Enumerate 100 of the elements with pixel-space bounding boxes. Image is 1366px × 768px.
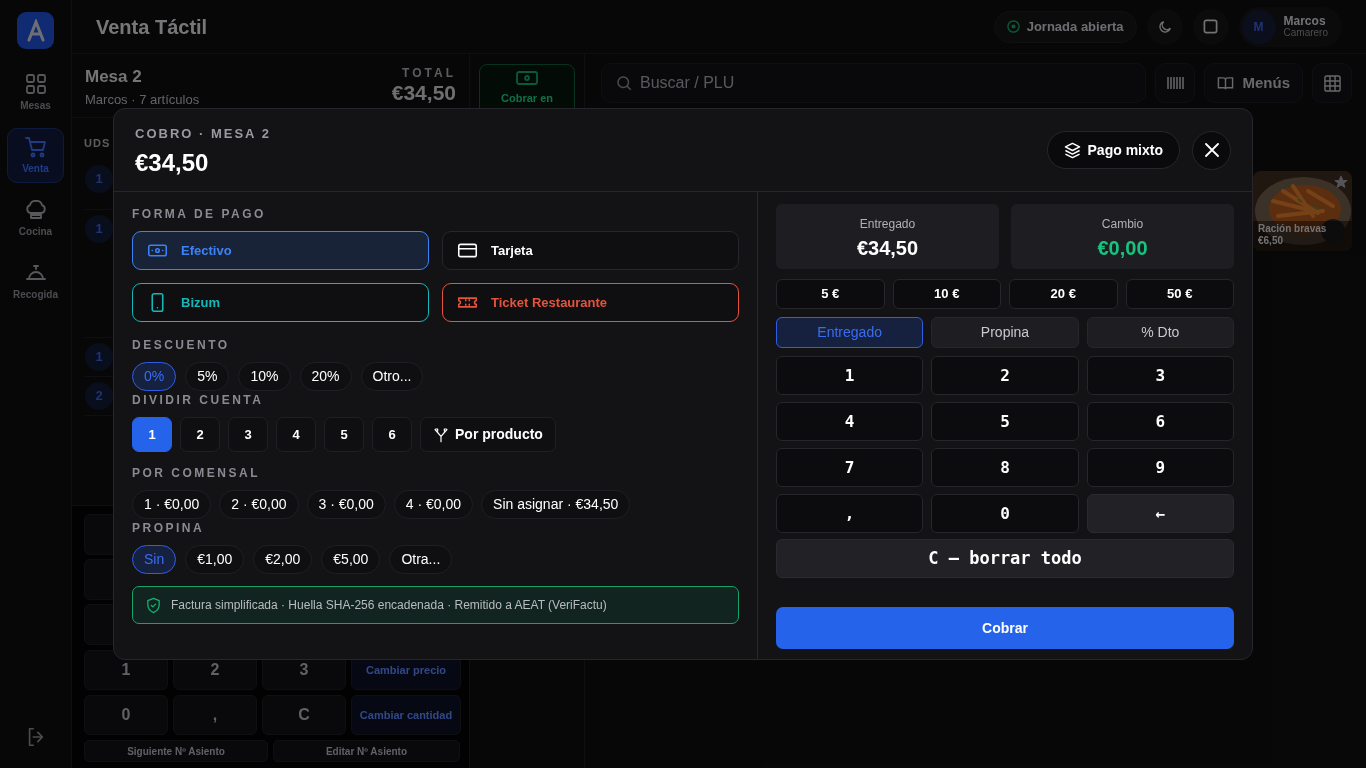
keypad-key[interactable]: 2 bbox=[931, 356, 1079, 395]
user-menu[interactable]: M Marcos Camarero bbox=[1238, 6, 1342, 47]
keypad-key[interactable]: 4 bbox=[776, 402, 924, 441]
split-button[interactable]: 5 bbox=[324, 417, 364, 452]
status-pill: Jornada abierta bbox=[993, 10, 1137, 43]
keypad-key[interactable]: ← bbox=[1086, 494, 1234, 533]
split-button[interactable]: 3 bbox=[228, 417, 268, 452]
diner-chip: 2 · €0,00 bbox=[219, 490, 299, 519]
keypad-key[interactable]: 9 bbox=[1086, 448, 1234, 487]
payment-method[interactable]: Bizum bbox=[132, 283, 429, 322]
tendered-amount: €34,50 bbox=[856, 236, 919, 259]
star-icon bbox=[1334, 175, 1348, 189]
grid-button[interactable] bbox=[1312, 63, 1352, 103]
quantity-badge: 2 bbox=[85, 382, 113, 410]
section-label: PROPINA bbox=[132, 520, 206, 537]
split-button[interactable]: 4 bbox=[276, 417, 316, 452]
chip[interactable]: €2,00 bbox=[253, 545, 313, 574]
keypad-key[interactable]: 5 bbox=[931, 402, 1079, 441]
product-card[interactable]: Ración bravas €6,50 bbox=[1253, 171, 1352, 251]
amount-label: Cambio bbox=[1101, 215, 1144, 233]
quick-amount-button[interactable]: 50 € bbox=[1125, 279, 1234, 309]
order-subtitle: Marcos · 7 artículos bbox=[85, 90, 200, 109]
close-icon bbox=[1204, 143, 1219, 157]
menus-button[interactable]: Menús bbox=[1204, 63, 1303, 103]
cash-icon bbox=[516, 70, 538, 86]
payment-method[interactable]: Tarjeta bbox=[442, 231, 739, 270]
user-avatar: M bbox=[1241, 9, 1276, 44]
chip[interactable]: Otro... bbox=[360, 362, 424, 391]
search-icon bbox=[615, 74, 633, 92]
search-field[interactable]: Buscar / PLU bbox=[601, 63, 1147, 103]
chip[interactable]: 20% bbox=[299, 362, 352, 391]
shield-check-icon bbox=[145, 596, 162, 614]
mode-tab[interactable]: % Dto bbox=[1086, 317, 1234, 348]
split-button[interactable]: 6 bbox=[372, 417, 412, 452]
keypad-key[interactable]: 6 bbox=[1086, 402, 1234, 441]
change-amount: €0,00 bbox=[1097, 236, 1148, 259]
by-product-button[interactable]: Por producto bbox=[420, 417, 556, 452]
quantity-badge: 1 bbox=[85, 215, 113, 243]
chip[interactable]: 5% bbox=[185, 362, 230, 391]
user-role: Camarero bbox=[1283, 26, 1328, 39]
close-button[interactable] bbox=[1192, 130, 1231, 170]
book-icon bbox=[1217, 75, 1235, 91]
page-title: Venta Táctil bbox=[96, 14, 208, 40]
section-label: DIVIDIR CUENTA bbox=[132, 392, 265, 409]
quick-amount-button[interactable]: 10 € bbox=[892, 279, 1001, 309]
split-button[interactable]: 1 bbox=[132, 417, 172, 452]
diner-chip: Sin asignar · €34,50 bbox=[481, 490, 631, 519]
section-label: FORMA DE PAGO bbox=[132, 206, 267, 223]
square-icon bbox=[1203, 19, 1219, 34]
keypad-key[interactable]: 3 bbox=[1086, 356, 1234, 395]
grid-icon bbox=[1323, 74, 1341, 92]
chip[interactable]: Sin bbox=[132, 545, 177, 574]
section-label: DESCUENTO bbox=[132, 337, 231, 354]
keypad-key[interactable]: 7 bbox=[776, 448, 924, 487]
chip[interactable]: 10% bbox=[238, 362, 291, 391]
total-label: TOTAL bbox=[402, 65, 456, 82]
mode-tab[interactable]: Entregado bbox=[776, 317, 924, 348]
diner-chip: 3 · €0,00 bbox=[306, 490, 386, 519]
keypad-key[interactable]: , bbox=[776, 494, 924, 533]
section-label: POR COMENSAL bbox=[132, 465, 261, 482]
split-arrows-icon bbox=[433, 426, 449, 443]
column-header: UDS bbox=[84, 137, 111, 149]
diner-chip: 4 · €0,00 bbox=[393, 490, 474, 519]
quantity-badge: 1 bbox=[85, 343, 113, 371]
barcode-icon bbox=[1166, 76, 1185, 90]
compliance-notice: Factura simplificada · Huella SHA-256 encadenada · Remitido a AEAT (VeriFactu) bbox=[171, 597, 607, 614]
charge-button[interactable]: Cobrar bbox=[776, 607, 1234, 649]
chef-hat-icon bbox=[23, 198, 48, 222]
mixed-payment-button[interactable]: Pago mixto bbox=[1046, 131, 1180, 169]
chip[interactable]: €1,00 bbox=[185, 545, 245, 574]
mode-tab[interactable]: Propina bbox=[931, 317, 1079, 348]
layers-icon bbox=[1063, 141, 1081, 159]
user-name: Marcos bbox=[1283, 14, 1327, 27]
keypad-key[interactable]: 1 bbox=[776, 356, 924, 395]
grid-icon bbox=[23, 72, 48, 96]
payment-method[interactable]: Ticket Restaurante bbox=[442, 283, 739, 322]
dialog-amount: €34,50 bbox=[135, 149, 210, 176]
order-title: Mesa 2 bbox=[85, 66, 143, 88]
quick-amount-button[interactable]: 20 € bbox=[1009, 279, 1118, 309]
keypad-key[interactable]: 0 bbox=[931, 494, 1079, 533]
app-logo bbox=[17, 12, 54, 49]
product-price: €6,50 bbox=[1258, 235, 1285, 247]
quick-amount-button[interactable]: 5 € bbox=[776, 279, 885, 309]
clear-all-button[interactable]: C — borrar todo bbox=[776, 539, 1234, 578]
status-icon bbox=[1006, 20, 1020, 33]
amount-label: Entregado bbox=[859, 215, 916, 233]
chip[interactable]: 0% bbox=[132, 362, 177, 391]
diner-chip: 1 · €0,00 bbox=[132, 490, 212, 519]
cart-icon bbox=[23, 135, 48, 159]
order-total: €34,50 bbox=[391, 82, 456, 104]
barcode-button[interactable] bbox=[1155, 63, 1196, 103]
keypad-key[interactable]: 8 bbox=[931, 448, 1079, 487]
moon-icon bbox=[1156, 18, 1173, 35]
chip[interactable]: Otra... bbox=[389, 545, 453, 574]
chip[interactable]: €5,00 bbox=[321, 545, 381, 574]
product-name: Ración bravas bbox=[1258, 223, 1327, 235]
quantity-badge: 1 bbox=[85, 165, 113, 193]
dialog-title: COBRO · MESA 2 bbox=[135, 125, 271, 144]
split-button[interactable]: 2 bbox=[180, 417, 220, 452]
payment-method[interactable]: Efectivo bbox=[132, 231, 429, 270]
